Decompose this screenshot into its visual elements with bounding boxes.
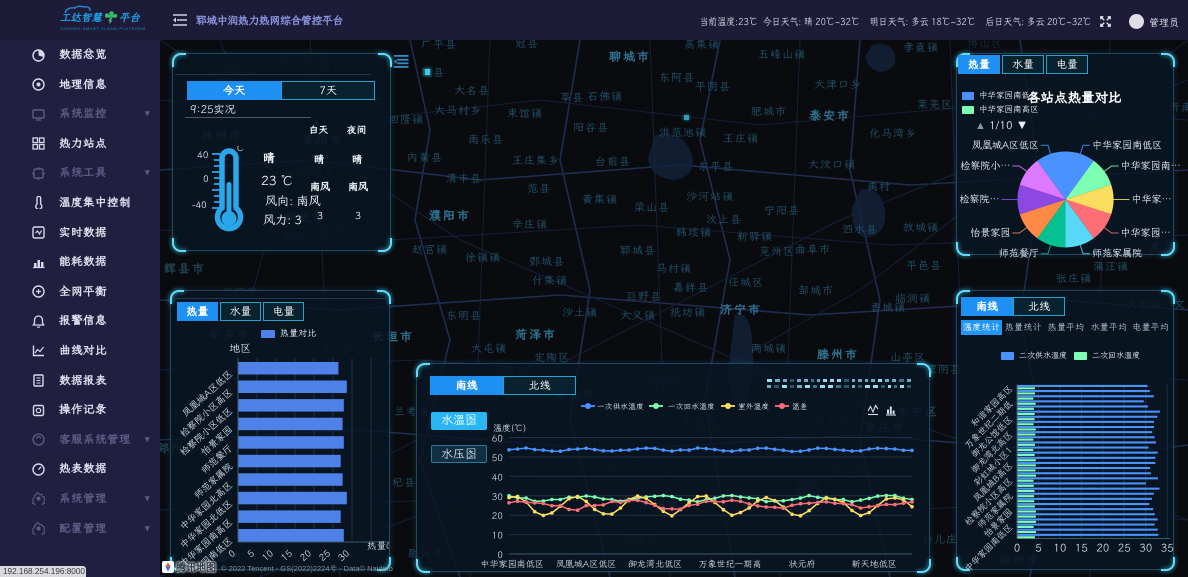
svg-text:20: 20 — [1096, 542, 1109, 556]
svg-text:35: 35 — [1161, 542, 1174, 556]
svg-text:新天地低区: 新天地低区 — [851, 558, 896, 570]
svg-text:25: 25 — [1118, 542, 1131, 556]
svg-text:60: 60 — [492, 432, 504, 445]
svg-text:0: 0 — [1014, 542, 1021, 556]
svg-text:中华家园…: 中华家园… — [1121, 226, 1171, 239]
svg-text:平台: 平台 — [119, 10, 140, 24]
svg-text:检察院…: 检察院… — [960, 193, 1000, 206]
svg-text:凤凰城A区低区: 凤凰城A区低区 — [972, 138, 1039, 151]
svg-text:中华家园南…: 中华家园南… — [1121, 159, 1181, 172]
svg-text:万象世纪一期高: 万象世纪一期高 — [698, 558, 761, 570]
svg-text:10: 10 — [492, 529, 504, 542]
svg-text:50: 50 — [492, 451, 504, 464]
svg-text:30: 30 — [1139, 542, 1152, 556]
svg-text:怡景家园: 怡景家园 — [970, 226, 1010, 239]
svg-text:师范餐厅: 师范餐厅 — [999, 247, 1039, 260]
svg-text:40: 40 — [492, 470, 504, 483]
svg-text:℃: ℃ — [235, 146, 245, 154]
svg-text:GONGDA SMART CLOUD PLATFORM: GONGDA SMART CLOUD PLATFORM — [60, 27, 146, 32]
svg-text:御龙湾北低区: 御龙湾北低区 — [628, 558, 682, 570]
svg-text:中华家园南低区: 中华家园南低区 — [480, 558, 543, 570]
svg-text:中华家园南低区: 中华家园南低区 — [1092, 138, 1162, 151]
svg-text:状元府: 状元府 — [788, 558, 815, 570]
svg-text:5: 5 — [1035, 542, 1042, 556]
svg-text:-40: -40 — [192, 198, 207, 211]
svg-text:30: 30 — [492, 490, 504, 503]
svg-text:检察院小…: 检察院小… — [960, 159, 1010, 172]
svg-text:15: 15 — [1075, 542, 1088, 556]
svg-text:20: 20 — [492, 509, 504, 522]
svg-text:工达智慧: 工达智慧 — [60, 10, 103, 24]
svg-text:凤凰城A区低区: 凤凰城A区低区 — [556, 558, 616, 570]
svg-text:中华家…: 中华家… — [1132, 193, 1172, 206]
svg-text:40: 40 — [197, 148, 209, 161]
svg-text:师范家属院: 师范家属院 — [1092, 247, 1142, 260]
svg-text:0: 0 — [203, 172, 209, 185]
svg-text:热量GJ: 热量GJ — [367, 539, 389, 552]
svg-text:10: 10 — [1053, 542, 1066, 556]
